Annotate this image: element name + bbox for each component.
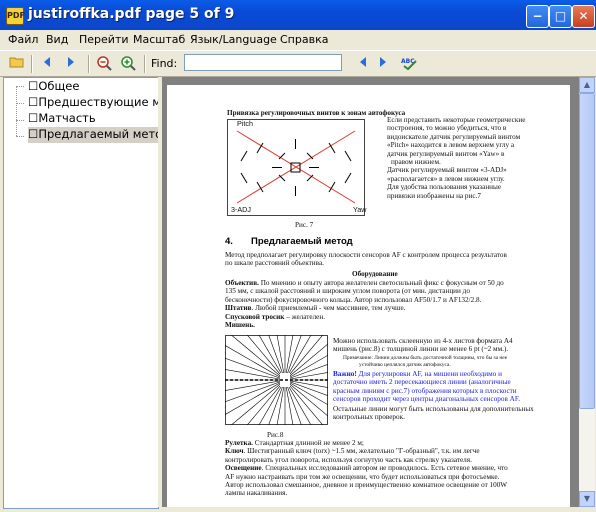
- find-label: Find:: [151, 57, 178, 70]
- zoom-in-icon[interactable]: [119, 55, 137, 73]
- window-title: justiroffka.pdf page 5 of 9: [28, 6, 235, 22]
- menu-file[interactable]: Файл: [8, 33, 38, 46]
- document-viewer[interactable]: Привязка регулировочных винтов к зонам а…: [162, 77, 579, 507]
- outline-item-previous-methods[interactable]: ☐Предшествующие мето: [28, 95, 158, 111]
- important-note: Важно! Для регулировки AF, на мишени нео…: [333, 370, 521, 404]
- bookmark-checkbox-icon: ☐: [28, 111, 39, 125]
- scroll-up-icon[interactable]: ▲: [579, 77, 595, 93]
- toolbar-separator: [144, 55, 146, 73]
- prev-page-icon[interactable]: [38, 55, 56, 73]
- section1-text: Если представить некоторые геометрически…: [387, 116, 526, 200]
- spellcheck-icon[interactable]: ABC: [399, 55, 421, 73]
- target-text: Можно использовать склеенную из 4-х лист…: [333, 337, 513, 354]
- section4-intro: Метод предполагает регулировку плоскости…: [225, 251, 507, 268]
- find-next-icon[interactable]: [374, 55, 392, 73]
- find-input[interactable]: [184, 54, 342, 71]
- section-heading: Привязка регулировочных винтов к зонам а…: [227, 109, 406, 117]
- bookmark-checkbox-icon: ☐: [28, 79, 39, 93]
- pdf-app-icon: PDF: [6, 7, 25, 25]
- tree-connector: [16, 103, 24, 104]
- menu-zoom[interactable]: Масштаб: [133, 33, 185, 46]
- menu-language[interactable]: Язык/Language: [190, 33, 277, 46]
- bottom-equipment: Рулетка. Стандартная длинной не менее 2 …: [225, 439, 508, 498]
- find-prev-icon[interactable]: [354, 55, 372, 73]
- outline-sidebar[interactable]: ☐Общее ☐Предшествующие мето ☐Матчасть ☐П…: [3, 77, 159, 509]
- toolbar-separator: [31, 55, 33, 73]
- pdf-page: Привязка регулировочных винтов к зонам а…: [167, 85, 570, 507]
- scroll-thumb[interactable]: [579, 93, 595, 409]
- menu-help[interactable]: Справка: [280, 33, 328, 46]
- target-note: Примечание: Линии должны быть достаточно…: [343, 355, 508, 368]
- equipment-heading: Оборудование: [352, 270, 398, 278]
- menu-view[interactable]: Вид: [46, 33, 68, 46]
- section4-title: Предлагаемый метод: [251, 236, 353, 247]
- figure-7-diagram: [227, 119, 365, 216]
- scroll-down-icon[interactable]: ▼: [579, 491, 595, 507]
- outline-item-hardware[interactable]: ☐Матчасть: [28, 111, 96, 127]
- zoom-out-icon[interactable]: [95, 55, 113, 73]
- tree-connector: [16, 120, 24, 121]
- outline-item-general[interactable]: ☐Общее: [28, 79, 79, 95]
- vertical-scrollbar[interactable]: ▲ ▼: [579, 77, 595, 507]
- title-bar[interactable]: PDF justiroffka.pdf page 5 of 9 − □ ✕: [0, 0, 596, 30]
- figure-8-target: [225, 335, 328, 425]
- fig7-pitch-label: Pitch: [237, 119, 253, 128]
- other-lines-note: Остальные линии могут быть использованы …: [333, 405, 534, 422]
- fig7-caption: Рис. 7: [295, 221, 314, 229]
- tree-connector: [16, 86, 17, 136]
- toolbar-separator: [88, 55, 90, 73]
- next-page-icon[interactable]: [62, 55, 80, 73]
- equipment-list: Объектив. По мнению и опыту автора желат…: [225, 279, 504, 330]
- toolbar: Find: ABC: [0, 51, 596, 77]
- bookmark-checkbox-icon: ☐: [28, 127, 39, 141]
- section4-number: 4.: [225, 236, 233, 247]
- maximize-button[interactable]: □: [549, 5, 572, 28]
- bookmark-checkbox-icon: ☐: [28, 95, 39, 109]
- tree-connector: [16, 86, 24, 87]
- menu-bar: Файл Вид Перейти Масштаб Язык/Language С…: [0, 30, 596, 51]
- fig7-3adj-label: 3-ADJ: [231, 205, 251, 214]
- fig7-yaw-label: Yaw: [353, 205, 367, 214]
- menu-go[interactable]: Перейти: [79, 33, 129, 46]
- open-folder-icon[interactable]: [8, 55, 26, 73]
- close-button[interactable]: ✕: [572, 5, 595, 28]
- tree-connector: [16, 136, 24, 137]
- minimize-button[interactable]: −: [526, 5, 549, 28]
- outline-item-proposed-method[interactable]: ☐Предлагаемый метод: [28, 127, 158, 143]
